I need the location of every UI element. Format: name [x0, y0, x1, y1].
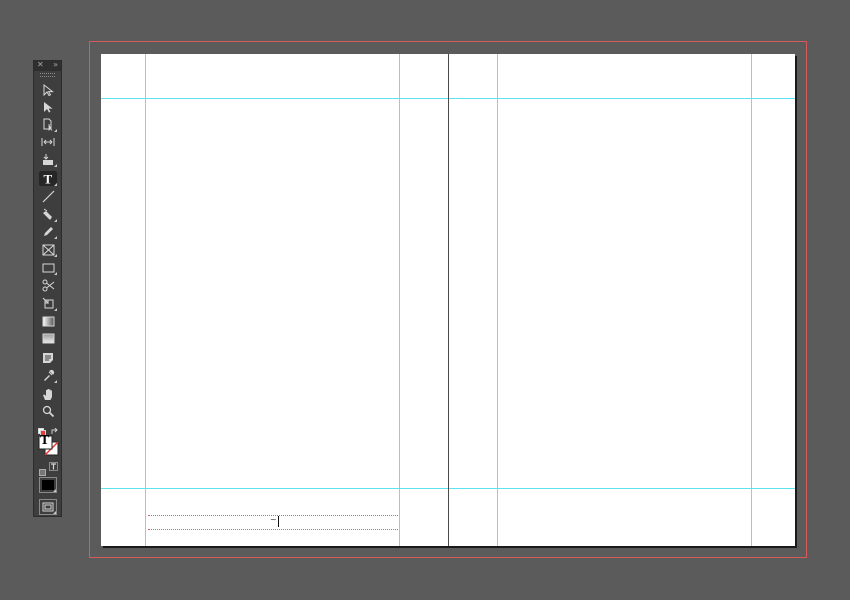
rectangle-tool-icon[interactable] [39, 260, 57, 275]
swap-fill-stroke-icon[interactable] [51, 423, 59, 434]
flyout-indicator [54, 380, 57, 383]
margin-guide-right-page-inner[interactable] [497, 54, 498, 546]
rectangle-frame-tool-icon[interactable] [39, 242, 57, 257]
fill-stroke-swatches[interactable]: T [38, 433, 60, 457]
flyout-indicator [54, 236, 57, 239]
collapse-icon[interactable]: » [53, 60, 58, 70]
text-cursor [278, 516, 279, 527]
hand-tool-icon[interactable] [39, 386, 57, 401]
note-tool-icon[interactable] [39, 350, 57, 365]
text-frame[interactable]: ~ [148, 515, 398, 530]
formatting-text-icon[interactable] [49, 462, 58, 471]
content-collector-tool-icon[interactable] [39, 152, 57, 167]
flyout-indicator [54, 183, 57, 186]
free-transform-tool-icon[interactable] [39, 296, 57, 311]
apply-color-icon[interactable] [39, 477, 57, 493]
panel-grip[interactable] [40, 73, 55, 77]
eyedropper-tool-icon[interactable] [39, 368, 57, 383]
tools-panel: ✕ » T T [33, 60, 62, 517]
flyout-indicator [53, 511, 56, 514]
flyout-indicator [54, 272, 57, 275]
margin-guide-right-page-outer[interactable] [751, 54, 752, 546]
spread-spine [448, 54, 449, 546]
gradient-feather-tool-icon[interactable] [39, 331, 57, 346]
document-spread[interactable]: ~ [101, 54, 795, 546]
selection-tool-icon[interactable] [39, 82, 57, 97]
page-number-marker: ~ [270, 515, 277, 524]
svg-text:T: T [43, 172, 52, 185]
zoom-tool-icon[interactable] [39, 404, 57, 419]
flyout-indicator [54, 254, 57, 257]
pen-tool-icon[interactable] [39, 207, 57, 222]
flyout-indicator [54, 219, 57, 222]
formatting-container-icon[interactable] [39, 463, 47, 476]
flyout-indicator [54, 308, 57, 311]
panel-header[interactable]: ✕ » [34, 60, 61, 71]
type-tool-icon[interactable]: T [39, 171, 57, 186]
gap-tool-icon[interactable] [39, 134, 57, 149]
screen-mode-icon[interactable] [39, 499, 57, 515]
margin-guide-left-page-inner[interactable] [145, 54, 146, 546]
line-tool-icon[interactable] [39, 189, 57, 204]
flyout-indicator [53, 489, 56, 492]
pencil-tool-icon[interactable] [39, 224, 57, 239]
flyout-indicator [54, 164, 57, 167]
formatting-affects-text-icon: T [40, 433, 50, 448]
margin-guide-left-page-outer[interactable] [399, 54, 400, 546]
direct-selection-tool-icon[interactable] [39, 99, 57, 114]
default-fill-stroke-icon[interactable] [38, 423, 46, 436]
page-tool-icon[interactable] [39, 117, 57, 132]
scissors-tool-icon[interactable] [39, 278, 57, 293]
close-icon[interactable]: ✕ [37, 60, 44, 70]
gradient-swatch-tool-icon[interactable] [39, 314, 57, 329]
